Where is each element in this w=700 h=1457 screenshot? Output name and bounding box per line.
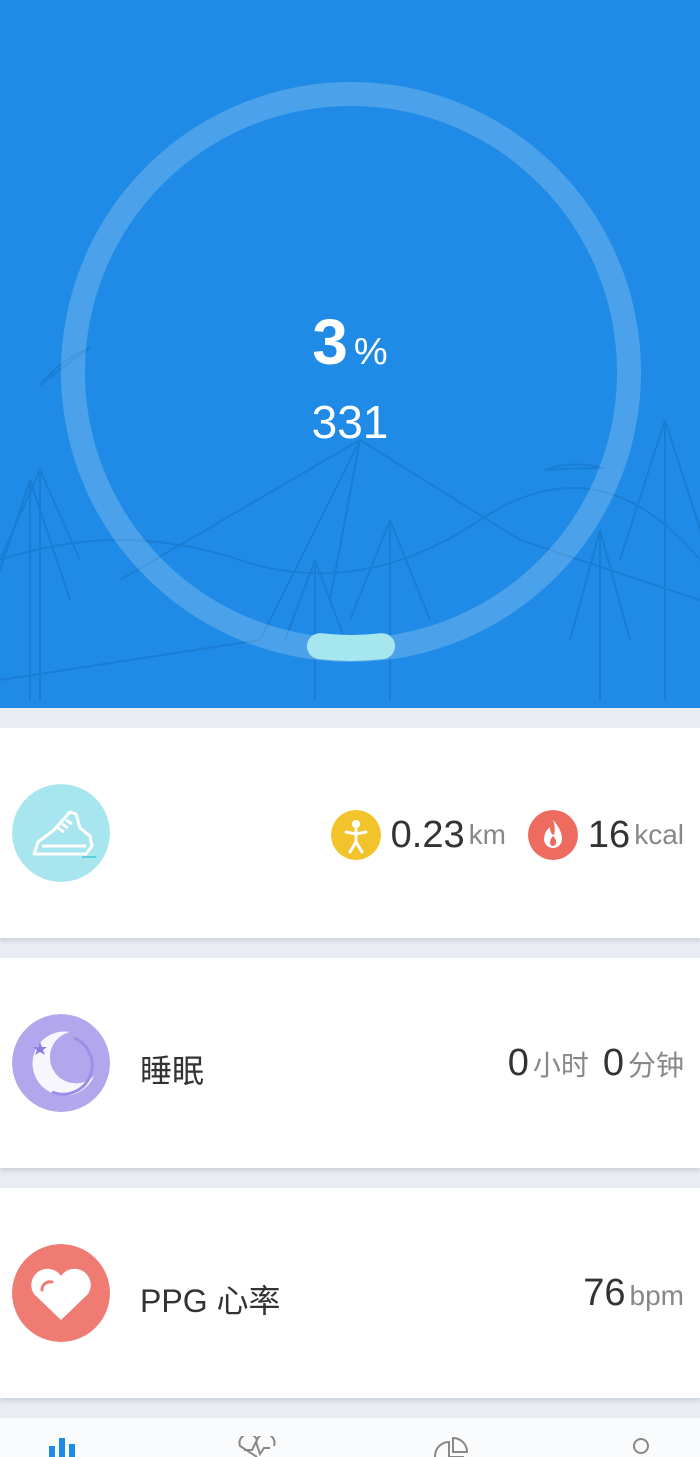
activity-summary[interactable]: 3% 331 bbox=[0, 0, 700, 708]
sleep-duration: 0 小时 0 分钟 bbox=[508, 1042, 684, 1085]
bar-chart-icon[interactable] bbox=[43, 1436, 93, 1457]
heart-rate-value: 76 bbox=[583, 1272, 626, 1314]
running-stats: 0.23 km 16 kcal bbox=[330, 810, 684, 860]
heart-rate-card[interactable]: PPG 心率 76 bpm bbox=[0, 1188, 700, 1398]
heart-rate-unit: bpm bbox=[629, 1280, 684, 1311]
heartbeat-icon[interactable] bbox=[232, 1436, 282, 1457]
walking-person-icon bbox=[330, 810, 381, 860]
calories-unit: kcal bbox=[634, 819, 684, 850]
moon-icon bbox=[12, 1014, 110, 1112]
distance-unit: km bbox=[468, 819, 506, 850]
heart-rate-value-group: 76 bpm bbox=[583, 1272, 684, 1315]
sleep-label: 睡眠 bbox=[140, 1053, 205, 1089]
goal-percentage: 3% bbox=[0, 305, 700, 379]
profile-icon[interactable] bbox=[616, 1436, 666, 1457]
sleep-hours-unit: 小时 bbox=[532, 1050, 589, 1081]
goal-percent-value: 3 bbox=[312, 306, 348, 378]
running-card[interactable]: 0.23 km 16 kcal bbox=[0, 728, 700, 938]
step-count: 331 bbox=[311, 396, 389, 448]
heart-icon bbox=[12, 1244, 110, 1342]
flame-icon bbox=[527, 810, 578, 860]
running-shoe-icon bbox=[12, 784, 110, 882]
distance-value: 0.23 bbox=[390, 813, 465, 856]
sleep-card[interactable]: 睡眠 0 小时 0 分钟 bbox=[0, 958, 700, 1168]
pie-chart-icon[interactable] bbox=[425, 1436, 475, 1457]
calories-value: 16 bbox=[587, 813, 631, 856]
sleep-minutes-unit: 分钟 bbox=[627, 1050, 684, 1081]
goal-percent-unit: % bbox=[353, 331, 388, 373]
sleep-minutes-value: 0 bbox=[602, 1042, 624, 1084]
bottom-tab-bar bbox=[0, 1418, 700, 1457]
goal-progress-arc bbox=[306, 633, 396, 661]
heart-rate-label: PPG 心率 bbox=[140, 1283, 281, 1319]
sleep-hours-value: 0 bbox=[507, 1042, 529, 1084]
